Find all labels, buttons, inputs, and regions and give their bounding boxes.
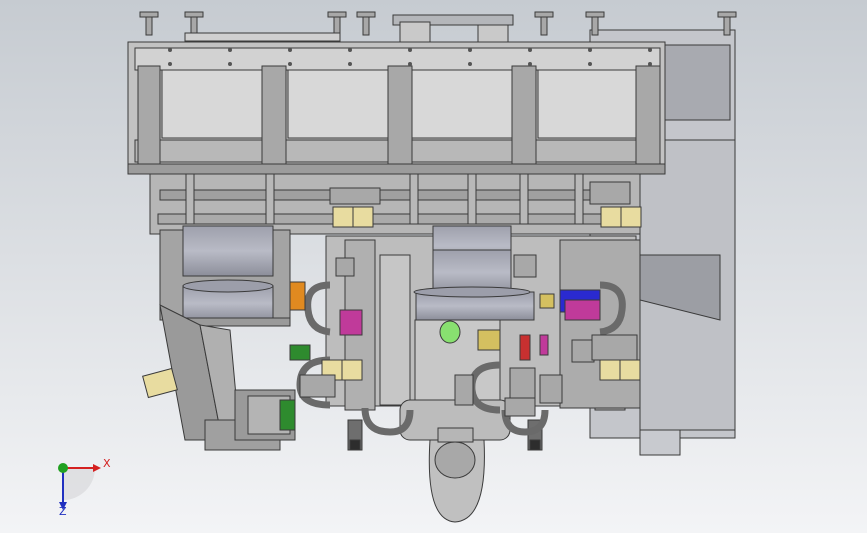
x-axis-label: X bbox=[103, 457, 111, 470]
green-indicator-light bbox=[439, 320, 461, 344]
left-cylinder bbox=[169, 225, 291, 327]
main-frame bbox=[127, 41, 666, 175]
coordinate-triad: X Z bbox=[45, 450, 115, 520]
cad-viewport[interactable]: X Z bbox=[0, 0, 867, 533]
assembly-drawing[interactable] bbox=[0, 0, 867, 533]
z-axis-label: Z bbox=[59, 505, 67, 518]
